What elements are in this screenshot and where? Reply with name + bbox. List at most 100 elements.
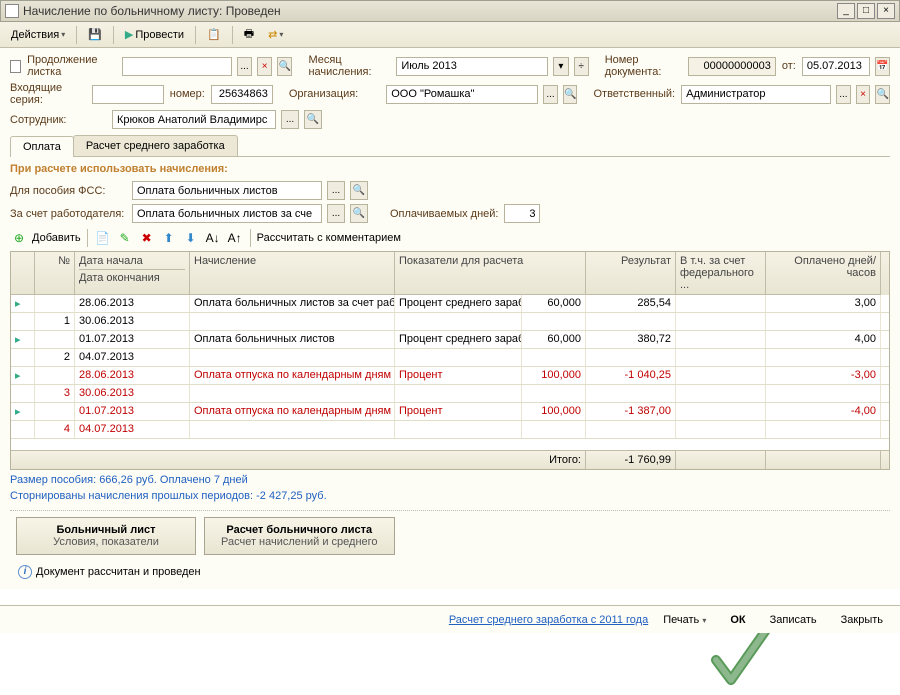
month-input[interactable] bbox=[396, 57, 548, 76]
org-input[interactable] bbox=[386, 85, 538, 104]
sick-list-button[interactable]: Больничный лист Условия, показатели bbox=[16, 517, 196, 555]
table-row[interactable]: 404.07.2013 bbox=[11, 421, 889, 439]
col-ind[interactable]: Показатели для расчета bbox=[395, 252, 586, 295]
add-row-button[interactable]: ⊕ bbox=[10, 229, 28, 247]
sort-desc-icon[interactable]: A↑ bbox=[226, 229, 244, 247]
emp-select[interactable]: ... bbox=[281, 110, 299, 129]
ok-button[interactable]: ОК bbox=[721, 611, 754, 629]
edit-row-icon[interactable]: ✎ bbox=[116, 229, 134, 247]
tabs: Оплата Расчет среднего заработка bbox=[10, 135, 890, 157]
info-line-1: Размер пособия: 666,26 руб. Оплачено 7 д… bbox=[10, 474, 890, 486]
docnum-input[interactable] bbox=[688, 57, 776, 76]
close-button[interactable]: × bbox=[877, 3, 895, 19]
checkmark-icon bbox=[711, 625, 771, 695]
continuation-checkbox[interactable] bbox=[10, 60, 21, 73]
section-title: При расчете использовать начисления: bbox=[10, 163, 890, 175]
col-days[interactable]: Оплачено дней/часов bbox=[766, 252, 881, 295]
date-input[interactable] bbox=[802, 57, 870, 76]
col-end[interactable]: Дата окончания bbox=[79, 269, 185, 284]
ot-label: от: bbox=[782, 60, 796, 72]
employer-input[interactable] bbox=[132, 204, 322, 223]
basis-icon[interactable]: 📋 bbox=[202, 25, 226, 45]
status-text: Документ рассчитан и проведен bbox=[36, 566, 201, 578]
calc-sick-button[interactable]: Расчет больничного листа Расчет начислен… bbox=[204, 517, 395, 555]
employer-open[interactable]: 🔍 bbox=[350, 204, 368, 223]
minimize-button[interactable]: _ bbox=[837, 3, 855, 19]
grid-body[interactable]: ▸28.06.2013Оплата больничных листов за с… bbox=[11, 295, 889, 450]
window-title: Начисление по больничному листу: Проведе… bbox=[23, 4, 835, 18]
continuation-open[interactable]: 🔍 bbox=[277, 57, 292, 76]
delete-row-icon[interactable]: ✖ bbox=[138, 229, 156, 247]
print-button[interactable]: Печать ▾ bbox=[654, 611, 715, 629]
maximize-button[interactable]: □ bbox=[857, 3, 875, 19]
paid-days-label: Оплачиваемых дней: bbox=[390, 208, 498, 220]
tab-average[interactable]: Расчет среднего заработка bbox=[73, 135, 238, 156]
fss-select[interactable]: ... bbox=[327, 181, 345, 200]
table-row[interactable]: 330.06.2013 bbox=[11, 385, 889, 403]
month-spinner[interactable]: ÷ bbox=[574, 57, 589, 76]
employer-select[interactable]: ... bbox=[327, 204, 345, 223]
copy-row-icon[interactable]: 📄 bbox=[94, 229, 112, 247]
emp-input[interactable] bbox=[112, 110, 276, 129]
data-grid: № Дата начала Дата окончания Начисление … bbox=[10, 251, 890, 470]
col-start[interactable]: Дата начала bbox=[79, 255, 185, 267]
resp-select[interactable]: ... bbox=[836, 85, 851, 104]
total-value: -1 760,99 bbox=[586, 451, 676, 469]
titlebar: Начисление по больничному листу: Проведе… bbox=[0, 0, 900, 22]
resp-input[interactable] bbox=[681, 85, 831, 104]
sort-asc-icon[interactable]: A↓ bbox=[204, 229, 222, 247]
innum-input[interactable] bbox=[211, 85, 273, 104]
continuation-input[interactable] bbox=[122, 57, 232, 76]
org-select[interactable]: ... bbox=[543, 85, 558, 104]
month-dropdown[interactable]: ▾ bbox=[553, 57, 568, 76]
info-line-2: Сторнированы начисления прошлых периодов… bbox=[10, 490, 890, 502]
actions-menu[interactable]: Действия▾ bbox=[6, 25, 70, 45]
save-button[interactable]: Записать bbox=[761, 611, 826, 629]
move-up-icon[interactable]: ⬆ bbox=[160, 229, 178, 247]
month-label: Месяц начисления: bbox=[308, 54, 390, 78]
close-doc-button[interactable]: Закрыть bbox=[832, 611, 892, 629]
tab-payment[interactable]: Оплата bbox=[10, 136, 74, 157]
table-row[interactable]: ▸01.07.2013Оплата больничных листовПроце… bbox=[11, 331, 889, 349]
table-toolbar: ⊕ Добавить 📄 ✎ ✖ ⬆ ⬇ A↓ A↑ Рассчитать с … bbox=[10, 229, 890, 247]
table-row[interactable]: 204.07.2013 bbox=[11, 349, 889, 367]
continuation-label: Продолжение листка bbox=[27, 54, 116, 78]
col-calc[interactable]: Начисление bbox=[190, 252, 395, 295]
col-fed[interactable]: В т.ч. за счет федерального ... bbox=[676, 252, 766, 295]
org-label: Организация: bbox=[289, 88, 358, 100]
save-icon[interactable]: 💾 bbox=[83, 25, 107, 45]
fss-open[interactable]: 🔍 bbox=[350, 181, 368, 200]
emp-label: Сотрудник: bbox=[10, 114, 106, 126]
col-num[interactable]: № bbox=[35, 252, 75, 295]
print-icon[interactable]: 🖶 bbox=[239, 25, 259, 45]
toolbar: Действия▾ 💾 ▶Провести 📋 🖶 ⇄▾ bbox=[0, 22, 900, 48]
fss-input[interactable] bbox=[132, 181, 322, 200]
goto-icon[interactable]: ⇄▾ bbox=[263, 25, 288, 45]
continuation-clear[interactable]: × bbox=[257, 57, 272, 76]
docnum-label: Номер документа: bbox=[605, 54, 682, 78]
footer: Расчет среднего заработка с 2011 года Пе… bbox=[0, 605, 900, 633]
provesti-button[interactable]: ▶Провести bbox=[120, 25, 189, 45]
table-row[interactable]: ▸01.07.2013Оплата отпуска по календарным… bbox=[11, 403, 889, 421]
inseries-input[interactable] bbox=[92, 85, 164, 104]
table-row[interactable]: ▸28.06.2013Оплата отпуска по календарным… bbox=[11, 367, 889, 385]
paid-days-input[interactable] bbox=[504, 204, 540, 223]
continuation-select[interactable]: ... bbox=[237, 57, 252, 76]
org-open[interactable]: 🔍 bbox=[563, 85, 578, 104]
resp-clear[interactable]: × bbox=[856, 85, 871, 104]
resp-label: Ответственный: bbox=[593, 88, 675, 100]
table-row[interactable]: 130.06.2013 bbox=[11, 313, 889, 331]
move-down-icon[interactable]: ⬇ bbox=[182, 229, 200, 247]
innum-label: номер: bbox=[170, 88, 205, 100]
footer-link[interactable]: Расчет среднего заработка с 2011 года bbox=[449, 614, 648, 626]
date-picker[interactable]: 📅 bbox=[875, 57, 890, 76]
table-row[interactable]: ▸28.06.2013Оплата больничных листов за с… bbox=[11, 295, 889, 313]
fss-label: Для пособия ФСС: bbox=[10, 185, 126, 197]
col-res[interactable]: Результат bbox=[586, 252, 676, 295]
resp-open[interactable]: 🔍 bbox=[875, 85, 890, 104]
total-label: Итого: bbox=[11, 451, 586, 469]
recalc-button[interactable]: Рассчитать с комментарием bbox=[257, 232, 401, 244]
add-row-label[interactable]: Добавить bbox=[32, 232, 81, 244]
info-icon: i bbox=[18, 565, 32, 579]
emp-open[interactable]: 🔍 bbox=[304, 110, 322, 129]
